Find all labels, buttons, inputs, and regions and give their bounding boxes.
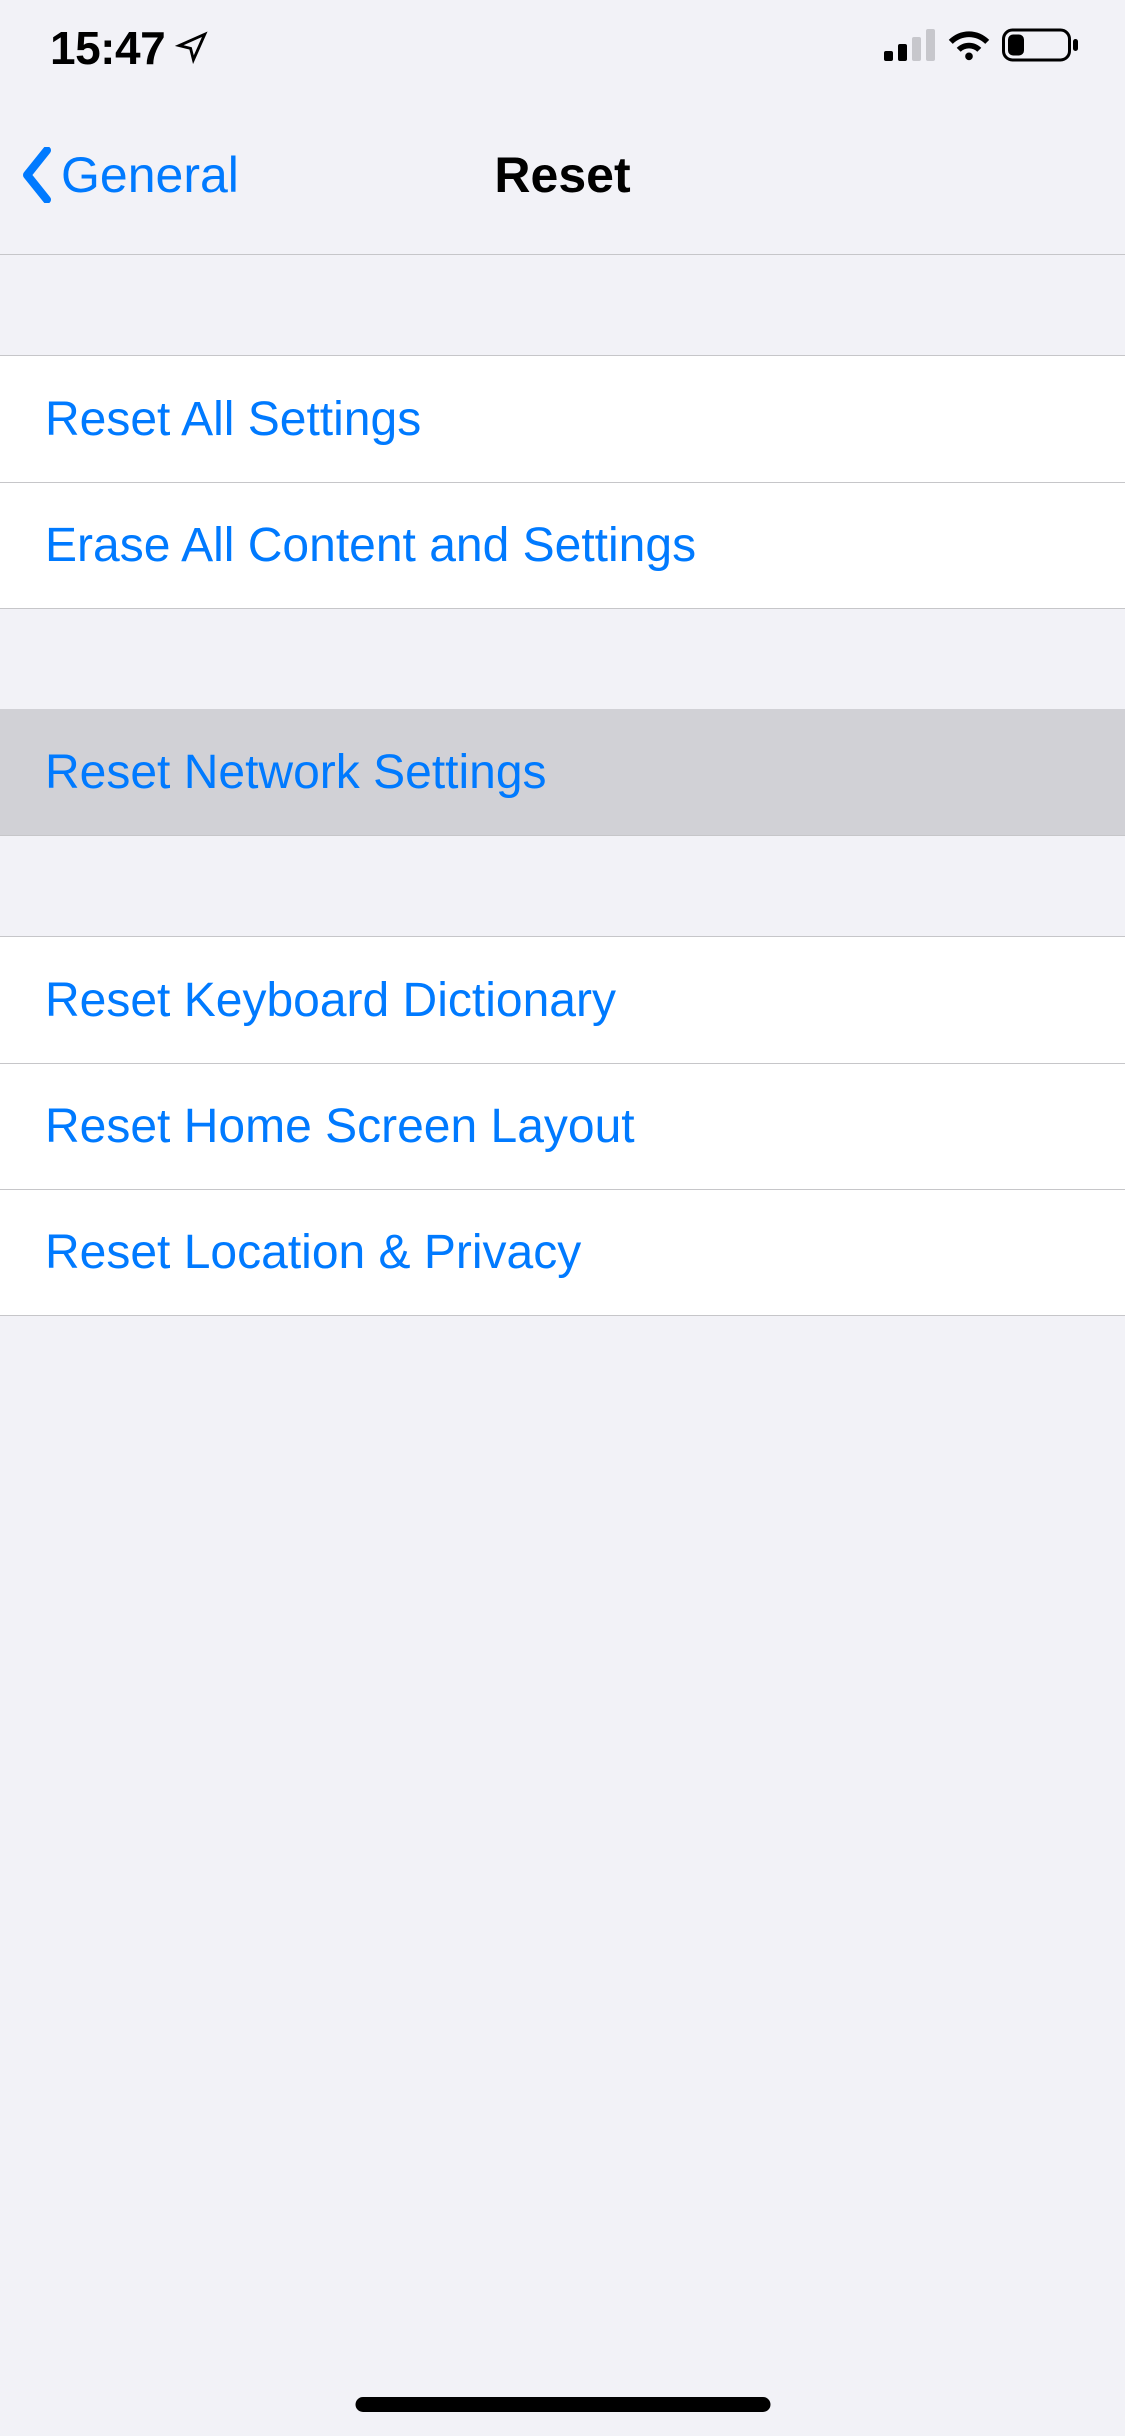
- table-group: Reset Keyboard Dictionary Reset Home Scr…: [0, 936, 1125, 1316]
- cellular-signal-icon: [884, 29, 936, 66]
- row-label: Reset Network Settings: [45, 745, 547, 800]
- back-button[interactable]: General: [0, 146, 239, 204]
- reset-location-privacy-row[interactable]: Reset Location & Privacy: [0, 1189, 1125, 1315]
- page-title: Reset: [494, 146, 630, 204]
- reset-network-settings-row[interactable]: Reset Network Settings: [0, 709, 1125, 835]
- erase-all-content-row[interactable]: Erase All Content and Settings: [0, 482, 1125, 608]
- section-gap: [0, 836, 1125, 936]
- row-label: Reset All Settings: [45, 392, 421, 447]
- status-left: 15:47: [50, 21, 209, 75]
- reset-home-screen-layout-row[interactable]: Reset Home Screen Layout: [0, 1063, 1125, 1189]
- row-label: Erase All Content and Settings: [45, 518, 696, 573]
- row-label: Reset Home Screen Layout: [45, 1099, 635, 1154]
- reset-all-settings-row[interactable]: Reset All Settings: [0, 356, 1125, 482]
- nav-bar: General Reset: [0, 95, 1125, 255]
- section-gap: [0, 609, 1125, 709]
- status-time: 15:47: [50, 21, 165, 75]
- row-label: Reset Location & Privacy: [45, 1225, 581, 1280]
- wifi-icon: [946, 28, 992, 67]
- chevron-left-icon: [18, 147, 56, 203]
- reset-keyboard-dictionary-row[interactable]: Reset Keyboard Dictionary: [0, 937, 1125, 1063]
- battery-icon: [1002, 27, 1080, 68]
- back-label: General: [61, 146, 239, 204]
- status-bar: 15:47: [0, 0, 1125, 95]
- section-gap: [0, 255, 1125, 355]
- status-right: [884, 27, 1080, 68]
- home-indicator[interactable]: [355, 2397, 770, 2412]
- table-group: Reset Network Settings: [0, 709, 1125, 836]
- location-services-icon: [175, 21, 209, 75]
- table-group: Reset All Settings Erase All Content and…: [0, 355, 1125, 609]
- row-label: Reset Keyboard Dictionary: [45, 973, 616, 1028]
